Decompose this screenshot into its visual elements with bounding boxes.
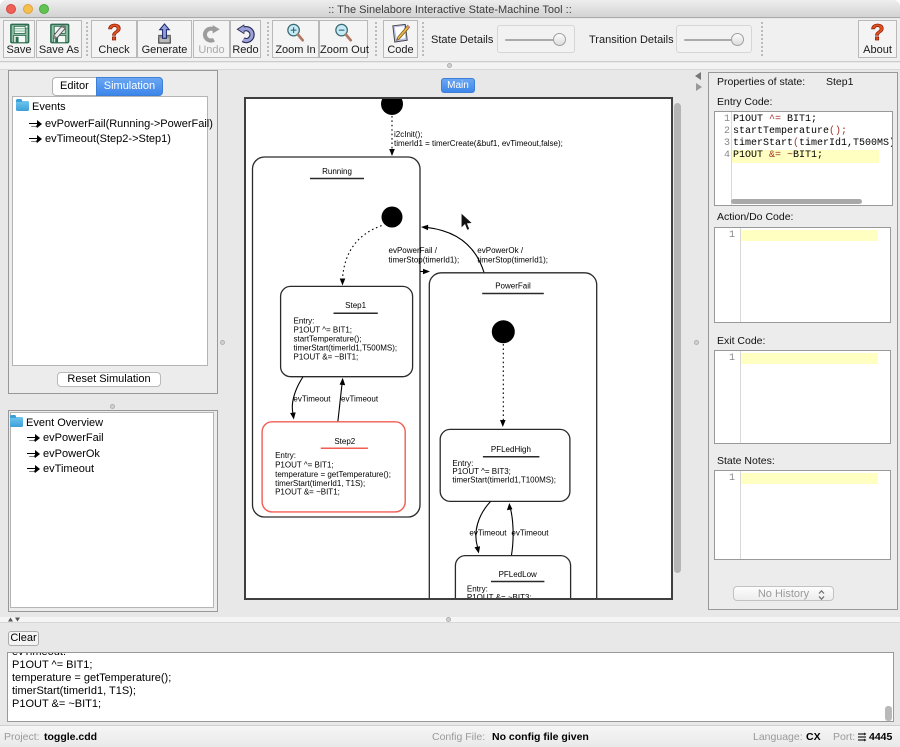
svg-text:timerId1 = timerCreate(&buf1,: timerId1 = timerCreate(&buf1, evTimeout,… — [394, 139, 563, 148]
svg-text:Step1: Step1 — [345, 301, 366, 310]
svg-text:evPowerOk /: evPowerOk / — [477, 246, 524, 255]
svg-text:P1OUT &= ~BIT3;: P1OUT &= ~BIT3; — [467, 593, 532, 598]
svg-text:timerStart(timerId1,T500MS);: timerStart(timerId1,T500MS); — [294, 344, 398, 353]
svg-text:evTimeout: evTimeout — [511, 529, 549, 538]
svg-text:PFLedLow: PFLedLow — [499, 570, 537, 579]
svg-text:evTimeout: evTimeout — [341, 395, 379, 404]
svg-text:Step2: Step2 — [334, 437, 355, 446]
svg-text:?: ? — [870, 22, 884, 45]
svg-text:PFLedHigh: PFLedHigh — [491, 445, 531, 454]
svg-text:timerStop(timerId1);: timerStop(timerId1); — [477, 256, 548, 265]
svg-text:timerStart(timerId1,T100MS);: timerStart(timerId1,T100MS); — [452, 476, 556, 485]
svg-text:P1OUT ^= BIT1;: P1OUT ^= BIT1; — [275, 460, 334, 469]
svg-text:Entry:: Entry: — [294, 317, 315, 326]
svg-text:evPowerFail /: evPowerFail / — [389, 246, 438, 255]
svg-text:evTimeout: evTimeout — [469, 529, 507, 538]
svg-text:evTimeout: evTimeout — [293, 395, 331, 404]
svg-text:P1OUT &= ~BIT1;: P1OUT &= ~BIT1; — [294, 353, 359, 362]
svg-text:i2cInit();: i2cInit(); — [394, 130, 422, 139]
svg-text:Entry:: Entry: — [275, 451, 296, 460]
svg-text:P1OUT ^= BIT1;: P1OUT ^= BIT1; — [294, 325, 353, 334]
svg-text:P1OUT &= ~BIT1;: P1OUT &= ~BIT1; — [275, 488, 340, 497]
svg-text:Running: Running — [322, 167, 352, 176]
svg-text:timerStop(timerId1);: timerStop(timerId1); — [389, 256, 460, 265]
svg-text:startTemperature();: startTemperature(); — [294, 335, 362, 344]
svg-text:?: ? — [107, 22, 121, 45]
svg-text:temperature = getTemperature(): temperature = getTemperature(); — [275, 470, 391, 479]
svg-text:PowerFail: PowerFail — [495, 282, 531, 291]
